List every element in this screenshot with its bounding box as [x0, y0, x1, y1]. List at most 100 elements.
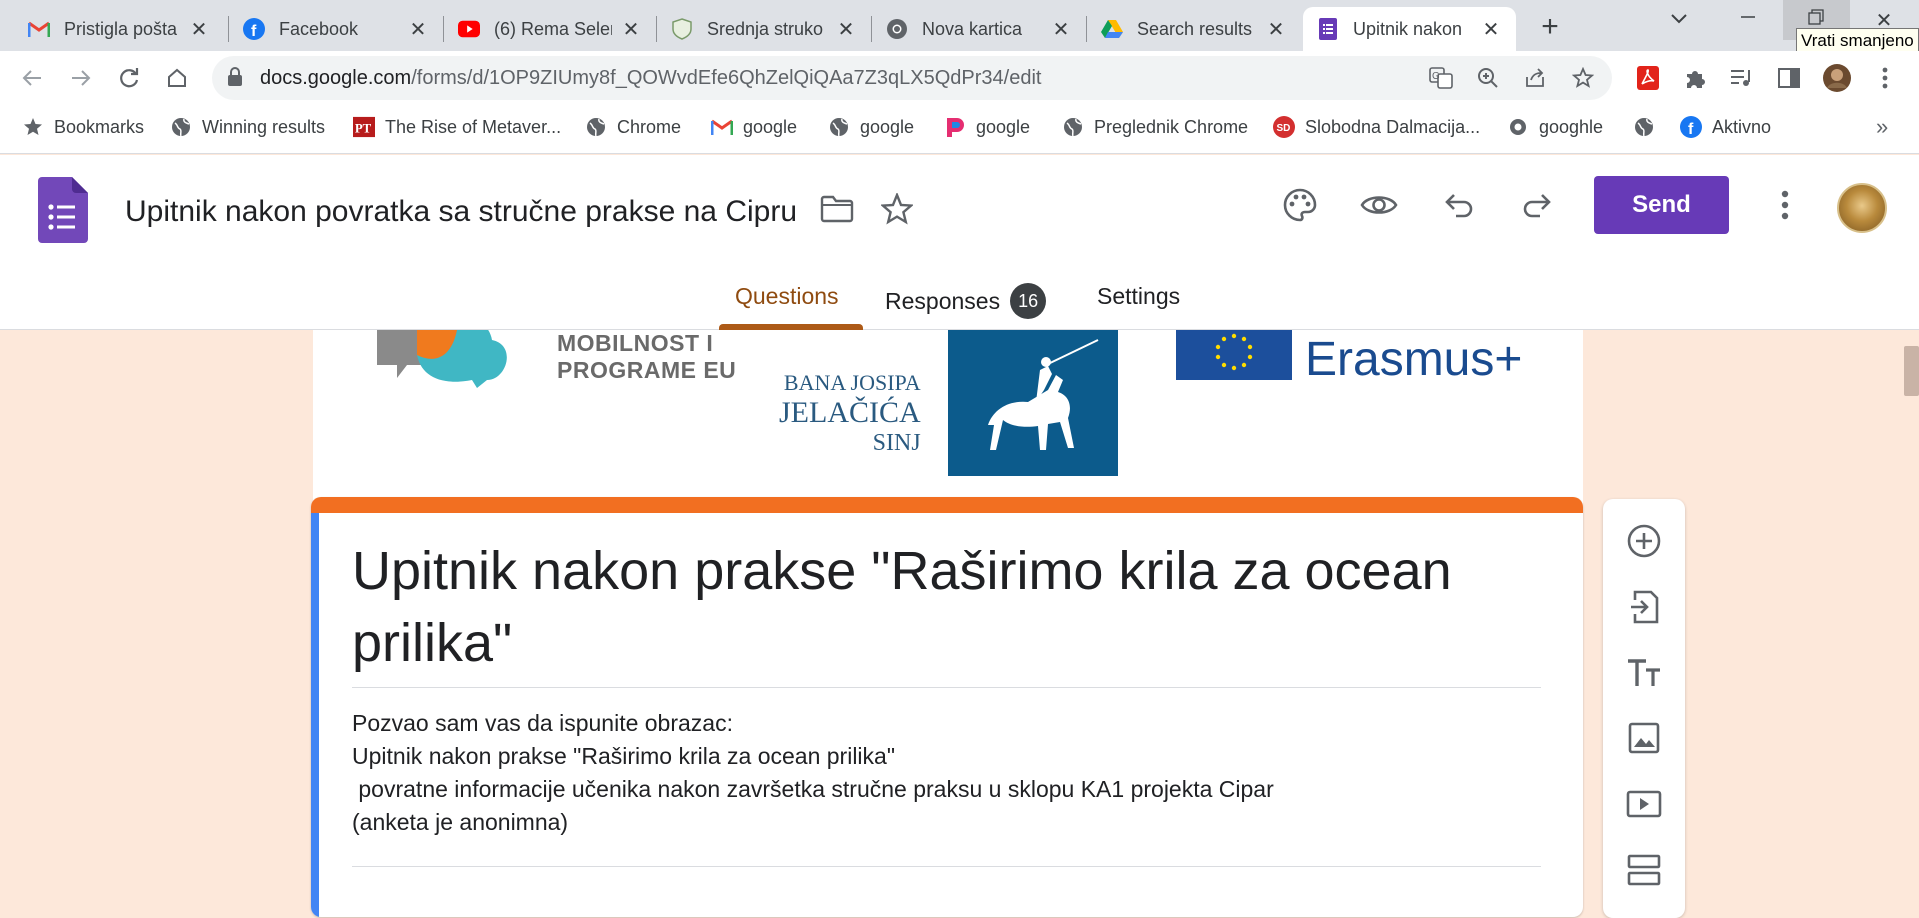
bookmark-google-gmail[interactable]: google [711, 116, 797, 138]
lock-icon[interactable] [227, 67, 247, 89]
bookmark-bookmarks[interactable]: Bookmarks [22, 116, 144, 138]
forward-arrow-icon[interactable] [66, 63, 96, 93]
scrollbar-thumb[interactable] [1904, 346, 1919, 396]
tab-title: Search results [1137, 18, 1253, 39]
tab-title: Pristigla pošta [64, 18, 178, 39]
bookmark-chrome[interactable]: Chrome [585, 116, 681, 138]
close-icon[interactable]: ✕ [1265, 17, 1287, 42]
star-icon[interactable] [873, 185, 921, 233]
url-host: docs.google.com [260, 67, 412, 89]
eu-flag-icon [1176, 330, 1292, 380]
tab-responses[interactable]: Responses 16 [885, 283, 1047, 319]
tab-title: Upitnik nakon [1353, 18, 1463, 39]
palette-icon[interactable] [1276, 181, 1324, 229]
circle-icon [1507, 116, 1529, 138]
home-icon[interactable] [162, 63, 192, 93]
url-path: /forms/d/1OP9ZIUmy8f_QOWvdEfe6QhZelQiQAa… [411, 67, 1042, 89]
browser-tab-srednja[interactable]: Srednja struko ✕ [657, 7, 871, 51]
close-icon[interactable]: ✕ [835, 17, 857, 42]
redo-icon[interactable] [1513, 181, 1561, 229]
p-icon [944, 116, 966, 138]
profile-avatar-icon[interactable] [1822, 63, 1852, 93]
minimize-button[interactable] [1728, 8, 1768, 31]
bookmark-slobodna-dalmacija[interactable]: SD Slobodna Dalmacija... [1273, 116, 1480, 138]
add-video-icon[interactable] [1621, 781, 1667, 827]
close-icon[interactable]: ✕ [1480, 17, 1502, 42]
acrobat-extension-icon[interactable] [1633, 63, 1663, 93]
form-title-card[interactable]: Upitnik nakon prakse "Raširimo krila za … [311, 497, 1583, 917]
google-forms-logo-icon[interactable] [38, 177, 88, 243]
address-bar[interactable]: docs.google.com/forms/d/1OP9ZIUmy8f_QOWv… [212, 56, 1612, 100]
browser-tab-search-results[interactable]: Search results ✕ [1087, 7, 1301, 51]
media-control-icon[interactable] [1727, 63, 1757, 93]
school-line-1: BANA JOSIPA [783, 370, 921, 395]
translate-icon[interactable]: G [1427, 64, 1455, 92]
bookmark-star-icon[interactable] [1569, 64, 1597, 92]
bookmark-google-globe[interactable]: google [828, 116, 914, 138]
extensions-puzzle-icon[interactable] [1680, 63, 1710, 93]
more-options-icon[interactable] [1761, 181, 1809, 229]
close-icon[interactable]: ✕ [188, 17, 210, 42]
bookmark-label: Winning results [202, 116, 326, 137]
side-panel-icon[interactable] [1774, 63, 1804, 93]
undo-icon[interactable] [1435, 181, 1483, 229]
account-avatar[interactable] [1837, 183, 1887, 233]
bookmark-google-p[interactable]: google [944, 116, 1030, 138]
bookmark-winning-results[interactable]: Winning results [170, 116, 325, 138]
bookmark-label: googhle [1539, 116, 1604, 137]
google-drive-icon [1101, 18, 1123, 40]
new-tab-button[interactable]: + [1535, 10, 1565, 44]
star-icon [22, 116, 44, 138]
bookmark-preglednik-chrome[interactable]: Preglednik Chrome [1062, 116, 1248, 138]
form-description-input[interactable]: Pozvao sam vas da ispunite obrazac: Upit… [352, 707, 1542, 839]
close-icon[interactable]: ✕ [620, 17, 642, 42]
tab-settings[interactable]: Settings [1097, 283, 1180, 310]
send-button[interactable]: Send [1594, 176, 1729, 234]
close-icon[interactable]: ✕ [1050, 17, 1072, 42]
add-title-and-description-icon[interactable] [1621, 650, 1667, 696]
bookmark-globe-unnamed[interactable] [1633, 116, 1665, 138]
add-section-icon[interactable] [1621, 847, 1667, 893]
browser-tab-upitnik[interactable]: Upitnik nakon ✕ [1303, 7, 1516, 51]
bookmark-rise-of-metaverse[interactable]: PT The Rise of Metaver... [353, 116, 561, 138]
globe-icon [585, 116, 607, 138]
add-question-icon[interactable] [1621, 518, 1667, 564]
share-icon[interactable] [1521, 64, 1549, 92]
sd-icon: SD [1273, 116, 1295, 138]
folder-icon[interactable] [813, 185, 861, 233]
zoom-icon[interactable] [1474, 64, 1502, 92]
shield-icon [671, 18, 693, 40]
form-title-input[interactable]: Upitnik nakon prakse "Raširimo krila za … [352, 535, 1502, 679]
browser-tab-youtube[interactable]: (6) Rema Selen ✕ [444, 7, 656, 51]
chrome-menu-icon[interactable] [1870, 63, 1900, 93]
import-questions-icon[interactable] [1621, 584, 1667, 630]
svg-text:G: G [1432, 71, 1440, 82]
tab-questions[interactable]: Questions [735, 283, 839, 310]
reload-icon[interactable] [114, 63, 144, 93]
globe-icon [1633, 116, 1655, 138]
document-title[interactable]: Upitnik nakon povratka sa stručne prakse… [125, 195, 797, 229]
bookmarks-overflow-chevron-icon[interactable]: » [1876, 114, 1888, 140]
youtube-icon [458, 18, 480, 40]
globe-icon [828, 116, 850, 138]
bookmark-aktivno[interactable]: f Aktivno [1680, 116, 1771, 138]
school-line-3: SINJ [872, 430, 921, 456]
browser-tab-gmail[interactable]: Pristigla pošta ✕ [14, 7, 224, 51]
preview-eye-icon[interactable] [1355, 181, 1403, 229]
bookmark-googhle[interactable]: googhle [1507, 116, 1603, 138]
back-arrow-icon[interactable] [17, 63, 47, 93]
gmail-icon [711, 116, 733, 138]
browser-tab-nova-kartica[interactable]: Nova kartica ✕ [872, 7, 1086, 51]
tab-search-chevron-icon[interactable] [1659, 8, 1699, 31]
add-image-icon[interactable] [1621, 715, 1667, 761]
globe-icon [170, 116, 192, 138]
scrollbar-track[interactable] [1903, 330, 1919, 918]
bookmark-label: The Rise of Metaver... [385, 116, 562, 137]
url-text[interactable]: docs.google.com/forms/d/1OP9ZIUmy8f_QOWv… [260, 67, 1041, 90]
browser-tab-facebook[interactable]: f Facebook ✕ [229, 7, 443, 51]
responses-count-badge: 16 [1010, 283, 1047, 319]
description-underline [352, 866, 1541, 867]
chrome-icon [886, 18, 908, 40]
close-icon[interactable]: ✕ [407, 17, 429, 42]
tab-responses-label: Responses [885, 287, 1001, 314]
